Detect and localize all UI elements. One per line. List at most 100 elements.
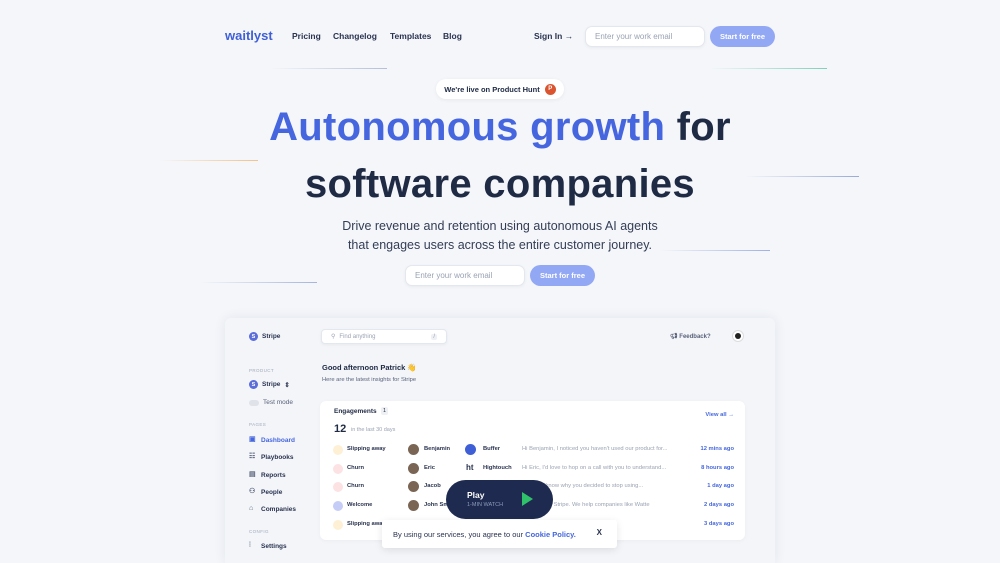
play-label: Play <box>467 490 485 500</box>
stage-dot <box>333 445 343 455</box>
product-hunt-badge[interactable]: We're live on Product Hunt P <box>436 79 564 99</box>
decor-line <box>270 68 387 69</box>
engagement-period: in the last 30 days <box>351 427 396 433</box>
time-ago: 12 mins ago <box>700 446 734 452</box>
sidebar-label: Reports <box>261 471 286 479</box>
product-hunt-icon: P <box>544 83 556 95</box>
person-avatar <box>408 481 419 493</box>
sidebar-label: Settings <box>261 542 287 550</box>
stage-label: Slipping away <box>347 446 386 452</box>
stage-label: Slipping away <box>347 520 386 527</box>
feedback-button[interactable]: 📢︎ Feedback? <box>670 333 711 340</box>
hero-subtitle: Drive revenue and retention using autono… <box>0 217 1000 255</box>
play-video-button[interactable]: Play 1-MIN WATCH <box>446 480 553 519</box>
people-icon: ⚇ <box>249 488 256 495</box>
sidebar-item-settings[interactable]: ⫶ Settings <box>249 542 287 550</box>
logo[interactable]: waitlyst <box>225 28 273 43</box>
stage-dot <box>333 463 343 474</box>
section-label: PRODUCT <box>249 368 275 373</box>
section-label: PAGES <box>249 422 267 427</box>
hero-title-line1: Autonomous growth for <box>0 105 1000 150</box>
engagement-row[interactable]: Churn Eric ht Hightouch Hi Eric, I'd love to… <box>320 462 745 476</box>
stage-label: Churn <box>347 483 365 490</box>
product-selector[interactable]: S Stripe ⇕ <box>249 380 290 389</box>
stripe-icon: S <box>249 332 258 341</box>
cookie-banner: By using our services, you agree to our … <box>382 520 617 548</box>
test-mode-toggle[interactable]: Test mode <box>249 399 293 406</box>
nav-blog[interactable]: Blog <box>443 31 462 41</box>
subtitle-line: Drive revenue and retention using autono… <box>342 219 658 233</box>
card-title: Engagements <box>334 408 377 415</box>
person-name: Eric <box>424 464 435 471</box>
search-input[interactable]: ⚲ Find anything / <box>321 329 447 344</box>
sidebar-label: Companies <box>261 505 297 513</box>
stage-dot <box>333 482 343 493</box>
person-avatar <box>408 444 419 455</box>
count-badge: 1 <box>381 407 389 415</box>
person-avatar <box>408 500 419 512</box>
brand: S Stripe <box>249 332 280 341</box>
hero-title-line2: software companies <box>305 162 695 206</box>
nav-templates[interactable]: Templates <box>390 31 431 41</box>
toggle-switch[interactable] <box>249 399 259 406</box>
engagement-row[interactable]: Slipping away Benjamin Buffer Hi Benjamin, … <box>320 443 745 457</box>
time-ago: 2 days ago <box>704 502 734 509</box>
nav-email-input[interactable]: Enter your work email <box>585 26 705 47</box>
message-preview: Hi Eric, I'd love to hop on a call with … <box>522 464 667 471</box>
section-label: CONFIG <box>249 529 269 534</box>
stripe-icon: S <box>249 380 258 389</box>
cookie-text: By using our services, you agree to our <box>393 529 526 539</box>
stage-dot <box>333 501 343 512</box>
stage-label: Churn <box>347 464 365 471</box>
view-all-link[interactable]: View all → <box>705 412 734 418</box>
chevron-updown-icon: ⇕ <box>284 381 290 389</box>
sidebar-item-people[interactable]: ⚇ People <box>249 488 282 496</box>
time-ago: 3 days ago <box>704 520 734 527</box>
greeting-subtitle: Here are the latest insights for Stripe <box>322 377 417 383</box>
companies-icon: ⌂ <box>249 505 254 512</box>
stage-label: Welcome <box>347 502 373 509</box>
close-icon[interactable]: X <box>597 528 602 537</box>
sign-in-link[interactable]: Sign In → <box>534 31 573 41</box>
sidebar-label: Playbooks <box>261 453 294 461</box>
person-name: Jacob <box>424 483 441 490</box>
greeting: Good afternoon Patrick 👋 <box>322 363 417 372</box>
nav-changelog[interactable]: Changelog <box>333 31 377 41</box>
hero-title-rest: for <box>665 105 731 149</box>
badge-text: We're live on Product Hunt <box>444 84 540 94</box>
hero-start-button[interactable]: Start for free <box>530 265 595 286</box>
hightouch-icon: ht <box>466 462 474 472</box>
sidebar-item-reports[interactable]: ▤ Reports <box>249 471 286 479</box>
play-icon <box>522 492 533 506</box>
stage-dot <box>333 519 343 530</box>
feedback-label: Feedback? <box>679 334 711 340</box>
engagement-total: 12 <box>334 423 347 435</box>
time-ago: 8 hours ago <box>701 464 734 471</box>
shortcut-key: / <box>431 333 437 340</box>
company-name: Buffer <box>483 446 501 452</box>
megaphone-icon: 📢︎ <box>670 334 680 340</box>
cookie-policy-link[interactable]: Cookie Policy. <box>525 530 576 539</box>
nav-start-button[interactable]: Start for free <box>710 26 775 47</box>
toggle-label: Test mode <box>263 399 293 406</box>
person-name: John Sm <box>424 502 449 509</box>
subtitle-line: that engages users across the entire cus… <box>347 238 653 252</box>
sidebar-item-dashboard[interactable]: ▣ Dashboard <box>249 436 295 444</box>
person-name: Benjamin <box>424 446 451 452</box>
decor-line <box>160 160 258 161</box>
sidebar-item-companies[interactable]: ⌂ Companies <box>249 505 296 513</box>
nav-pricing[interactable]: Pricing <box>292 31 321 41</box>
playbooks-icon: ☷ <box>249 453 256 460</box>
search-placeholder: Find anything <box>339 333 376 340</box>
hero-email-input[interactable]: Enter your work email <box>405 265 525 286</box>
play-sub: 1-MIN WATCH <box>467 502 504 508</box>
hero-title-highlight: Autonomous growth <box>269 105 666 149</box>
sidebar-label: Dashboard <box>261 436 295 444</box>
decor-line <box>200 282 317 283</box>
sidebar-item-playbooks[interactable]: ☷ Playbooks <box>249 453 294 461</box>
search-icon: ⚲ <box>331 334 336 340</box>
buffer-icon <box>465 444 476 455</box>
time-ago: 1 day ago <box>707 483 734 490</box>
user-avatar[interactable] <box>732 330 744 342</box>
reports-icon: ▤ <box>249 471 256 478</box>
